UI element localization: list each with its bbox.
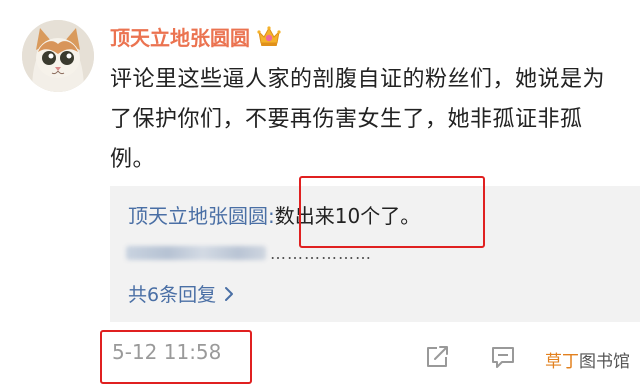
comment-text: 评论里这些逼人家的剖腹自证的粉丝们，她说是为了保护你们，不要再伤害女生了，她非孤… [110, 67, 606, 172]
cat-avatar-image [22, 20, 94, 92]
blurred-username [126, 246, 266, 260]
reply-separator: : [268, 204, 275, 228]
avatar[interactable] [22, 20, 94, 92]
reply-count-label: 共6条回复 [128, 284, 217, 306]
crown-icon[interactable] [256, 24, 282, 48]
highlight-box-reply [299, 176, 485, 248]
comment-icon[interactable] [490, 344, 516, 370]
reply-author[interactable]: 顶天立地张圆圆 [128, 204, 268, 228]
comment-header: 顶天立地张圆圆 [110, 18, 282, 54]
chevron-right-icon [225, 286, 234, 301]
watermark-part-a: 草丁 [545, 352, 579, 372]
share-icon[interactable] [424, 344, 450, 370]
comment-username[interactable]: 顶天立地张圆圆 [110, 22, 250, 51]
view-replies-link[interactable]: 共6条回复 [128, 280, 234, 307]
watermark: 草丁图书馆 [543, 347, 632, 372]
watermark-part-b: 图书馆 [579, 352, 630, 372]
comment-timestamp: 5-12 11:58 [112, 340, 222, 364]
